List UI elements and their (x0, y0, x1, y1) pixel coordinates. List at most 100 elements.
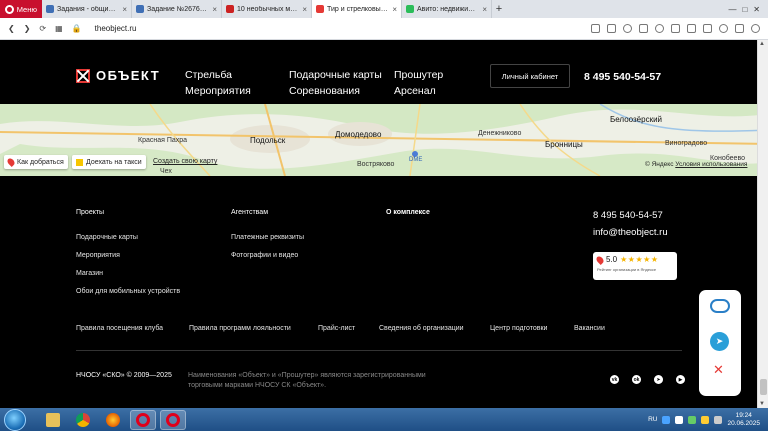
vk-icon[interactable]: vk (610, 375, 619, 384)
tab-title: Задания - общий список (57, 5, 119, 13)
browser-tab[interactable]: Авито: недвижимость, тра× (402, 0, 492, 18)
footer-phone[interactable]: 8 495 540-54-57 (593, 210, 663, 221)
taxi-button[interactable]: Доехать на такси (72, 155, 146, 169)
footer-link-vacancies[interactable]: Вакансии (574, 325, 605, 332)
scroll-up-icon[interactable]: ▲ (759, 41, 765, 47)
taskbar-opera-2[interactable] (160, 409, 186, 430)
footer-link-loyalty-rules[interactable]: Правила программ лояльности (189, 325, 291, 332)
extensions-icon[interactable] (735, 24, 744, 33)
tab-close-icon[interactable]: × (212, 5, 217, 14)
back-icon[interactable]: ❮ (8, 24, 15, 33)
heart-icon[interactable] (655, 24, 664, 33)
site-logo[interactable]: ОБЪЕКТ (76, 68, 160, 83)
forward-icon[interactable]: ❯ (24, 24, 31, 33)
map-terms-link[interactable]: Условия использования (675, 161, 747, 168)
nav-link-competitions[interactable]: Соревнования (289, 85, 382, 97)
footer-link-gift-cards[interactable]: Подарочные карты (76, 234, 138, 241)
taskbar-opera-1[interactable] (130, 409, 156, 430)
tab-close-icon[interactable]: × (122, 5, 127, 14)
nav-column-2: Подарочные карты Соревнования (289, 69, 382, 97)
tab-close-icon[interactable]: × (392, 5, 397, 14)
start-button[interactable] (4, 408, 26, 431)
reload-icon[interactable]: ⟳ (39, 24, 46, 33)
taskbar-firefox[interactable] (100, 410, 126, 430)
extension-green-icon[interactable] (719, 24, 728, 33)
nav-link-shooting[interactable]: Стрельба (185, 69, 251, 81)
browser-tab[interactable]: 10 необычных мест для с× (222, 0, 312, 18)
map-label-krasnaya-pakhra: Красная Пахра (138, 137, 188, 144)
browser-tab[interactable]: Задания - общий список× (42, 0, 132, 18)
telegram-icon[interactable]: ➤ (654, 375, 663, 384)
tab-close-icon[interactable]: × (302, 5, 307, 14)
widget-close-icon[interactable]: ✕ (713, 362, 724, 378)
extension-table-icon[interactable] (687, 24, 696, 33)
language-indicator[interactable]: RU (648, 416, 657, 423)
footer-link-shop[interactable]: Магазин (76, 270, 103, 277)
footer-legal-text: Наименования «Объект» и «Прошутер» являю… (188, 372, 426, 389)
flag-icon[interactable] (701, 415, 710, 424)
footer-link-payment-details[interactable]: Платежные реквизиты (231, 234, 304, 241)
footer-col-agencies-title[interactable]: Агентствам (231, 209, 268, 216)
social-links: vk ok ➤ ▶ (610, 375, 685, 384)
footer-col-projects-title[interactable]: Проекты (76, 209, 104, 216)
reader-icon[interactable] (607, 24, 616, 33)
footer-link-club-rules[interactable]: Правила посещения клуба (76, 325, 163, 332)
footer-col-about-title[interactable]: О комплексе (386, 209, 430, 216)
yandex-rating-badge[interactable]: 5.0 ★★★★★ Рейтинг организации в Яндексе (593, 252, 677, 280)
nav-link-arsenal[interactable]: Арсенал (394, 85, 443, 97)
logo-text: ОБЪЕКТ (96, 68, 161, 83)
browser-tab[interactable]: Тир и стрелковый клуб в× (312, 0, 402, 18)
opera-menu-button[interactable]: Меню (0, 0, 42, 18)
chat-cloud-icon[interactable] (710, 299, 730, 313)
extension-w-icon[interactable] (671, 24, 680, 33)
new-tab-button[interactable]: + (492, 0, 506, 18)
nav-link-events[interactable]: Мероприятия (185, 85, 251, 97)
footer-link-org-info[interactable]: Сведения об организации (379, 325, 464, 332)
scrollbar-thumb[interactable] (760, 379, 767, 395)
create-map-link[interactable]: Создать свою карту (153, 158, 217, 165)
close-window-button[interactable]: ✕ (753, 5, 760, 14)
site-header: ОБЪЕКТ Стрельба Мероприятия Подарочные к… (0, 56, 768, 104)
clock-time: 19:24 (735, 411, 752, 419)
taskbar-explorer[interactable] (40, 410, 66, 430)
map-label-belooziorsky: Белоозёрский (610, 115, 663, 124)
taskbar-chrome[interactable] (70, 410, 96, 430)
tab-title: Тир и стрелковый клуб в (327, 5, 389, 13)
vpn-icon[interactable] (639, 24, 648, 33)
footer-link-photos-videos[interactable]: Фотографии и видео (231, 252, 298, 259)
maximize-button[interactable]: □ (742, 5, 747, 14)
footer-link-events[interactable]: Мероприятия (76, 252, 120, 259)
tab-close-icon[interactable]: × (482, 5, 487, 14)
address-bar: ❮ ❯ ⟳ ▦ 🔒 theobject.ru (0, 18, 768, 40)
system-clock[interactable]: 19:24 20.06.2025 (727, 412, 760, 428)
nav-column-3: Прошутер Арсенал (394, 69, 443, 97)
clock-date: 20.06.2025 (727, 419, 760, 427)
volume-icon[interactable] (714, 415, 723, 424)
ok-icon[interactable]: ok (632, 375, 641, 384)
tray-app-icon[interactable] (675, 415, 684, 424)
network-icon[interactable] (688, 415, 697, 424)
browser-tab[interactable]: Задание №2676760 - про× (132, 0, 222, 18)
url-field[interactable]: theobject.ru (95, 24, 137, 33)
page-scrollbar[interactable]: ▲ ▼ (757, 40, 768, 408)
footer-link-training-center[interactable]: Центр подготовки (490, 325, 547, 332)
scroll-down-icon[interactable]: ▼ (759, 401, 765, 407)
tab-favicon-icon (316, 5, 324, 13)
footer-link-price-list[interactable]: Прайс-лист (318, 325, 355, 332)
header-phone[interactable]: 8 495 540-54-57 (584, 71, 661, 83)
minimize-button[interactable]: — (728, 5, 736, 14)
footer-link-wallpapers[interactable]: Обои для мобильных устройств (76, 288, 180, 295)
help-icon[interactable] (662, 415, 671, 424)
personal-account-button[interactable]: Личный кабинет (490, 64, 570, 88)
how-to-get-button[interactable]: Как добраться (4, 155, 68, 169)
snapshot-icon[interactable] (623, 24, 632, 33)
menu-icon[interactable] (751, 24, 760, 33)
extension-wiki-icon[interactable] (703, 24, 712, 33)
translate-icon[interactable] (591, 24, 600, 33)
speed-dial-icon[interactable]: ▦ (55, 24, 63, 33)
nav-link-gift-cards[interactable]: Подарочные карты (289, 69, 382, 81)
nav-link-proshooter[interactable]: Прошутер (394, 69, 443, 81)
youtube-icon[interactable]: ▶ (676, 375, 685, 384)
footer-email[interactable]: info@theobject.ru (593, 227, 668, 238)
widget-telegram-icon[interactable]: ➤ (710, 332, 729, 351)
